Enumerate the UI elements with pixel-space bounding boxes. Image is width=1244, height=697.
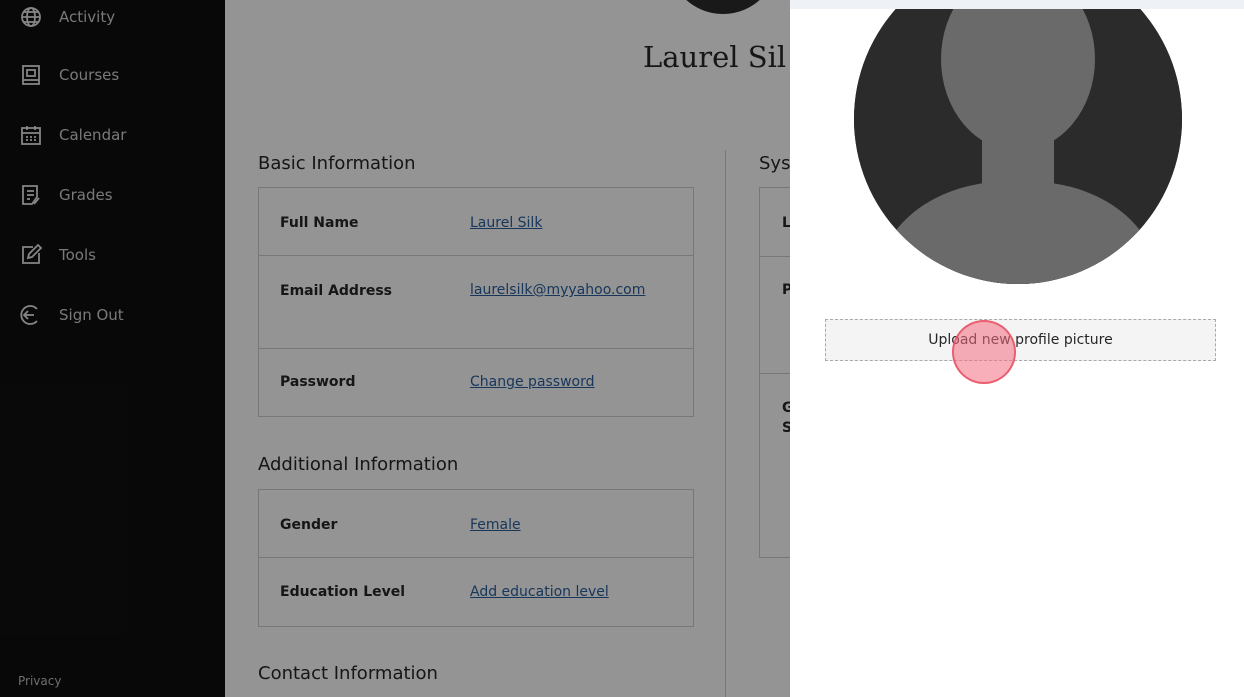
sign-out-icon [18,302,44,328]
upload-profile-picture-button[interactable]: Upload new profile picture [825,319,1216,361]
education-level-row: Education Level Add education level [259,558,693,626]
avatar-placeholder [854,9,1182,284]
page-title: Laurel Sil [643,40,787,74]
system-row-label: P [782,282,790,298]
additional-information-card: Gender Female Education Level Add educat… [258,489,694,627]
gender-row: Gender Female [259,490,693,558]
sidebar-item-calendar[interactable]: Calendar [18,120,126,150]
column-divider [725,150,726,697]
sidebar-item-courses[interactable]: Courses [18,60,119,90]
email-link[interactable]: laurelsilk@myyahoo.com [470,280,650,301]
sidebar-item-sign-out[interactable]: Sign Out [18,300,124,330]
profile-picture-panel: Upload new profile picture [790,9,1244,697]
system-row-label: S [782,420,790,436]
add-education-level-link[interactable]: Add education level [470,582,650,603]
sidebar-item-label: Tools [59,246,96,264]
gender-link[interactable]: Female [470,515,650,536]
tools-icon [18,242,44,268]
calendar-icon [18,122,44,148]
contact-information-heading: Contact Information [258,663,438,684]
password-label: Password [280,374,356,390]
email-label: Email Address [280,283,393,299]
sidebar-item-tools[interactable]: Tools [18,240,96,270]
divider [760,256,790,257]
full-name-row: Full Name Laurel Silk [259,188,693,256]
basic-information-card: Full Name Laurel Silk Email Address laur… [258,187,694,417]
full-name-link[interactable]: Laurel Silk [470,213,650,234]
globe-icon [18,4,44,30]
email-row: Email Address laurelsilk@myyahoo.com [259,256,693,349]
password-row: Password Change password [259,349,693,416]
system-information-card: L P G S [759,187,790,558]
basic-information-heading: Basic Information [258,153,416,174]
system-information-heading: Sys [759,153,790,174]
grades-icon [18,182,44,208]
change-password-link[interactable]: Change password [470,372,650,393]
sidebar-item-label: Sign Out [59,306,124,324]
full-name-label: Full Name [280,215,359,231]
sidebar-item-label: Calendar [59,126,127,144]
sidebar-item-grades[interactable]: Grades [18,180,113,210]
sidebar-item-label: Activity [59,8,116,26]
sidebar-nav: Activity Courses Calendar Grades Tools S… [0,0,225,697]
system-row-label: G [782,400,790,416]
book-icon [18,62,44,88]
system-row-label: L [782,215,790,231]
sidebar-item-activity[interactable]: Activity [18,2,115,32]
sidebar-item-label: Grades [59,186,113,204]
sidebar-item-label: Courses [59,66,120,84]
avatar [668,0,778,14]
divider [760,373,790,374]
person-silhouette-icon [854,9,1182,284]
education-level-label: Education Level [280,584,406,600]
additional-information-heading: Additional Information [258,454,459,475]
gender-label: Gender [280,517,338,533]
profile-page: Laurel Sil Basic Information Full Name L… [225,0,790,697]
privacy-link[interactable]: Privacy [18,674,61,688]
